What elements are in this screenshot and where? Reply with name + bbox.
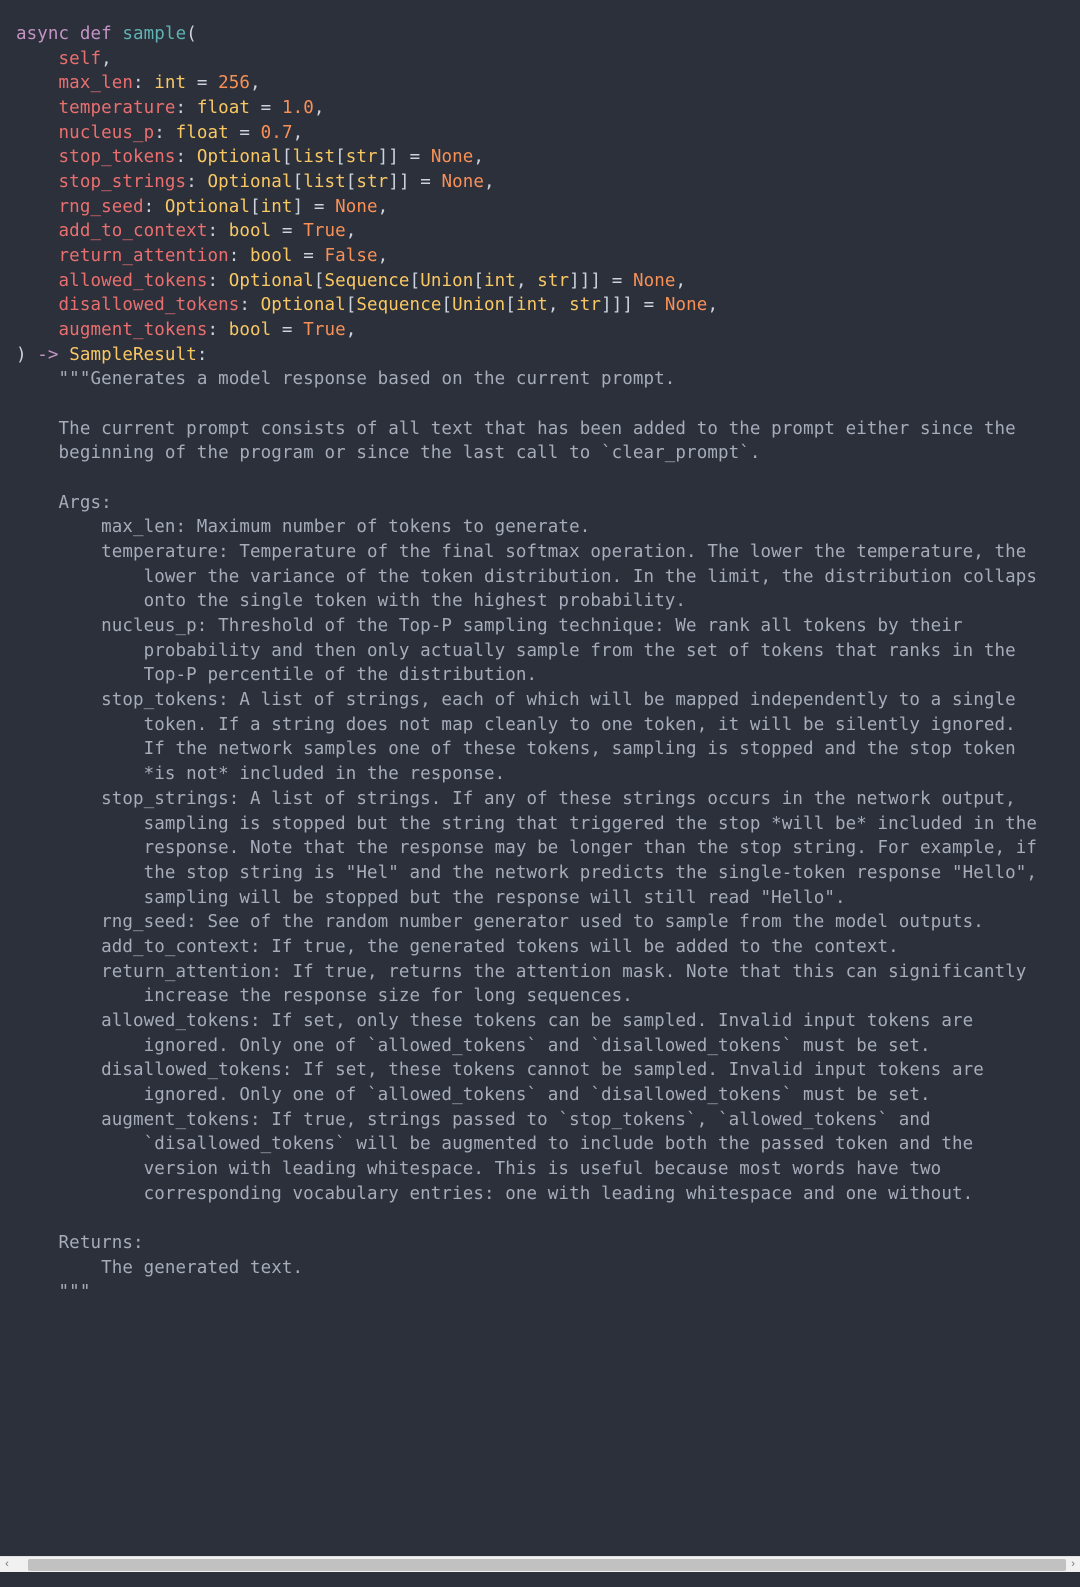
param-return-attention: return_attention — [59, 246, 229, 266]
param-allowed-tokens: allowed_tokens — [59, 271, 208, 291]
param-self: self — [59, 49, 102, 69]
fn-name: sample — [122, 24, 186, 44]
param-max-len: max_len — [59, 73, 133, 93]
param-rng-seed: rng_seed — [59, 197, 144, 217]
scroll-arrow-right-icon[interactable]: › — [1066, 1558, 1080, 1572]
param-disallowed-tokens: disallowed_tokens — [59, 295, 240, 315]
docstring-args-header: Args: — [16, 493, 112, 513]
paren-open: ( — [186, 24, 197, 44]
return-type: SampleResult — [69, 345, 197, 365]
kw-async: async — [16, 24, 69, 44]
docstring-open: """Generates a model response based on t… — [59, 369, 676, 389]
param-stop-strings: stop_strings — [59, 172, 187, 192]
horizontal-scrollbar[interactable]: ‹ › — [0, 1556, 1080, 1572]
code-block: async def sample( self, max_len: int = 2… — [0, 0, 1080, 1556]
docstring-returns-header: Returns: — [16, 1233, 144, 1253]
param-nucleus-p: nucleus_p — [59, 123, 155, 143]
param-add-to-context: add_to_context — [59, 221, 208, 241]
scroll-arrow-left-icon[interactable]: ‹ — [0, 1558, 14, 1572]
scrollbar-thumb[interactable] — [28, 1559, 1066, 1571]
docstring-close: """ — [16, 1282, 90, 1302]
param-augment-tokens: augment_tokens — [59, 320, 208, 340]
param-stop-tokens: stop_tokens — [59, 147, 176, 167]
kw-def: def — [80, 24, 112, 44]
param-temperature: temperature — [59, 98, 176, 118]
